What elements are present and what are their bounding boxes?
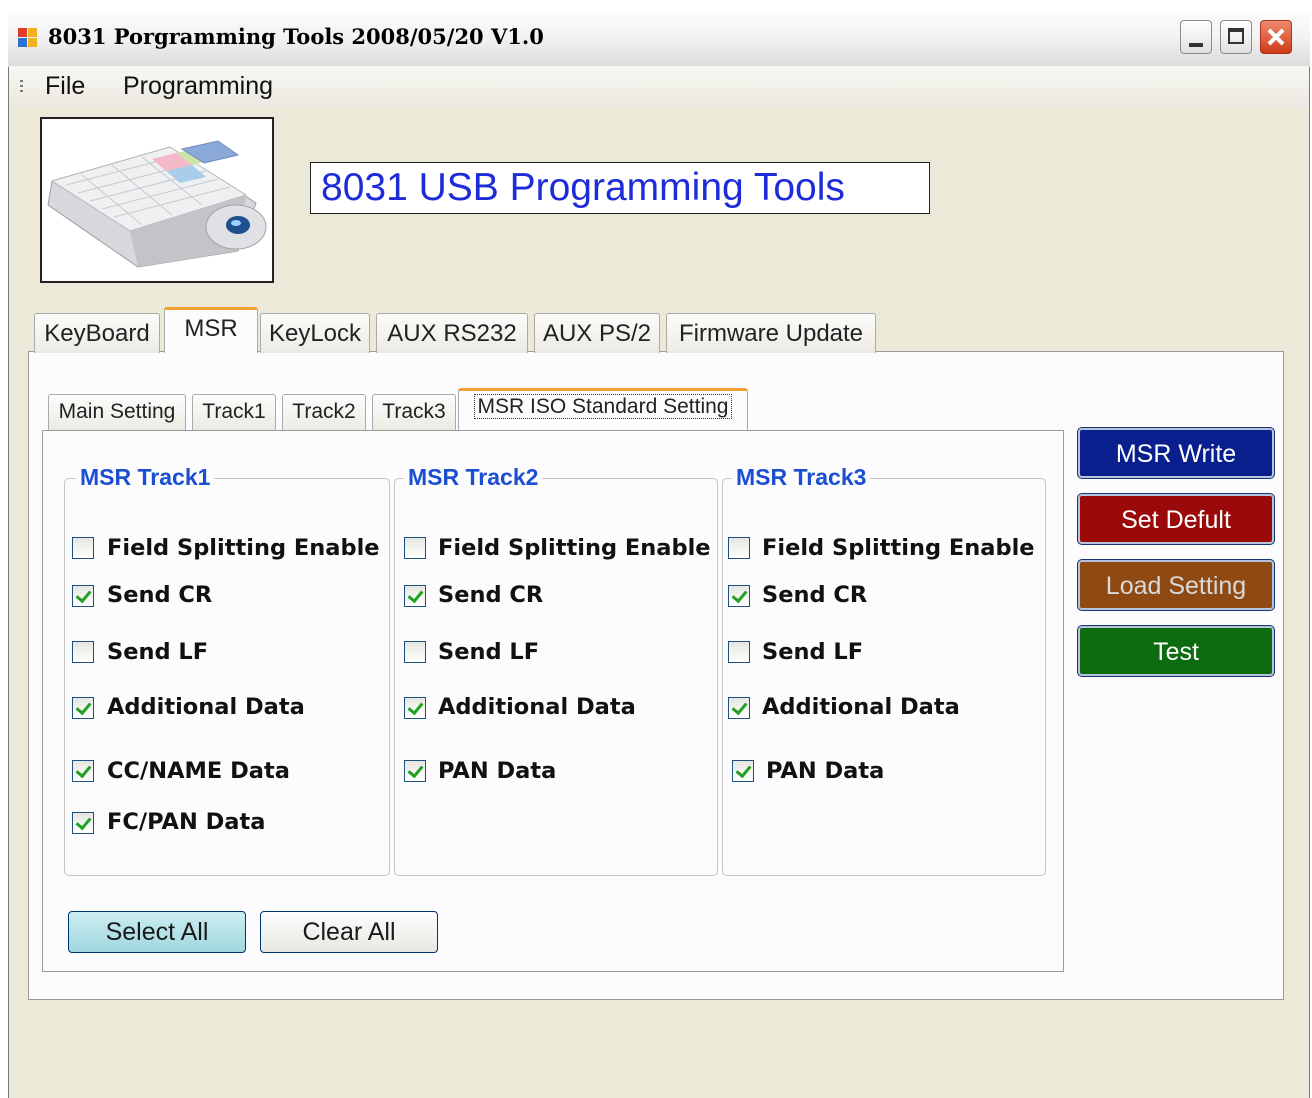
track3-pan-data-label[interactable]: PAN Data [766,758,884,784]
maximize-icon [1228,28,1244,44]
tab-firmware-update[interactable]: Firmware Update [666,313,876,353]
track1-send-lf-label[interactable]: Send LF [107,639,208,665]
load-setting-button[interactable]: Load Setting [1078,560,1274,610]
group-title-track1: MSR Track1 [76,464,215,491]
subtab-track1[interactable]: Track1 [192,394,276,430]
track3-send-lf-label[interactable]: Send LF [762,639,863,665]
menu-programming[interactable]: Programming [123,72,273,101]
track2-field-splitting-checkbox[interactable] [404,537,426,559]
tab-msr[interactable]: MSR [164,307,258,353]
track3-send-cr-checkbox[interactable] [728,585,750,607]
track3-field-splitting-checkbox[interactable] [728,537,750,559]
track1-cc-name-data-checkbox[interactable] [72,760,94,782]
test-button[interactable]: Test [1078,626,1274,676]
menu-bar: File Programming [9,66,1309,108]
track3-send-cr-label[interactable]: Send CR [762,582,867,608]
subtab-main-setting[interactable]: Main Setting [48,394,186,430]
track1-send-cr-label[interactable]: Send CR [107,582,212,608]
track2-additional-data-checkbox[interactable] [404,697,426,719]
track3-pan-data-checkbox[interactable] [732,760,754,782]
subtab-active-label: MSR ISO Standard Setting [473,394,733,419]
track1-send-cr-checkbox[interactable] [72,585,94,607]
track1-fc-pan-data-label[interactable]: FC/PAN Data [107,809,265,835]
track2-send-cr-checkbox[interactable] [404,585,426,607]
track2-field-splitting-label[interactable]: Field Splitting Enable [438,535,711,561]
track1-field-splitting-checkbox[interactable] [72,537,94,559]
track2-pan-data-label[interactable]: PAN Data [438,758,556,784]
window-title: 8031 Porgramming Tools 2008/05/20 V1.0 [48,24,544,49]
product-image [40,117,274,283]
subtab-track2[interactable]: Track2 [282,394,366,430]
track2-send-lf-checkbox[interactable] [404,641,426,663]
app-banner-title: 8031 USB Programming Tools [310,162,930,214]
title-bar[interactable]: 8031 Porgramming Tools 2008/05/20 V1.0 [8,10,1310,67]
minimize-button[interactable] [1180,20,1212,54]
track2-additional-data-label[interactable]: Additional Data [438,694,636,720]
app-icon [18,28,38,48]
track1-additional-data-label[interactable]: Additional Data [107,694,305,720]
set-default-button[interactable]: Set Defult [1078,494,1274,544]
track3-field-splitting-label[interactable]: Field Splitting Enable [762,535,1035,561]
track1-additional-data-checkbox[interactable] [72,697,94,719]
track1-fc-pan-data-checkbox[interactable] [72,812,94,834]
menu-file[interactable]: File [45,72,85,101]
maximize-button[interactable] [1220,20,1252,54]
tab-aux-ps2[interactable]: AUX PS/2 [534,313,660,353]
track3-additional-data-label[interactable]: Additional Data [762,694,960,720]
subtab-track3[interactable]: Track3 [372,394,456,430]
close-button[interactable] [1260,20,1292,54]
track2-pan-data-checkbox[interactable] [404,760,426,782]
tab-keylock[interactable]: KeyLock [260,313,370,353]
clear-all-button[interactable]: Clear All [260,911,438,953]
msr-write-button[interactable]: MSR Write [1078,428,1274,478]
track3-additional-data-checkbox[interactable] [728,697,750,719]
track1-field-splitting-label[interactable]: Field Splitting Enable [107,535,380,561]
tab-keyboard[interactable]: KeyBoard [34,313,160,353]
group-title-track3: MSR Track3 [732,464,871,491]
select-all-button[interactable]: Select All [68,911,246,953]
subtab-msr-iso-standard-setting[interactable]: MSR ISO Standard Setting [458,388,748,430]
track3-send-lf-checkbox[interactable] [728,641,750,663]
keyboard-image-icon [47,140,267,268]
track2-send-cr-label[interactable]: Send CR [438,582,543,608]
group-title-track2: MSR Track2 [404,464,543,491]
minimize-icon [1189,43,1203,47]
track1-cc-name-data-label[interactable]: CC/NAME Data [107,758,290,784]
track1-send-lf-checkbox[interactable] [72,641,94,663]
menu-grip-icon[interactable] [20,80,23,94]
tab-aux-rs232[interactable]: AUX RS232 [376,313,528,353]
track2-send-lf-label[interactable]: Send LF [438,639,539,665]
